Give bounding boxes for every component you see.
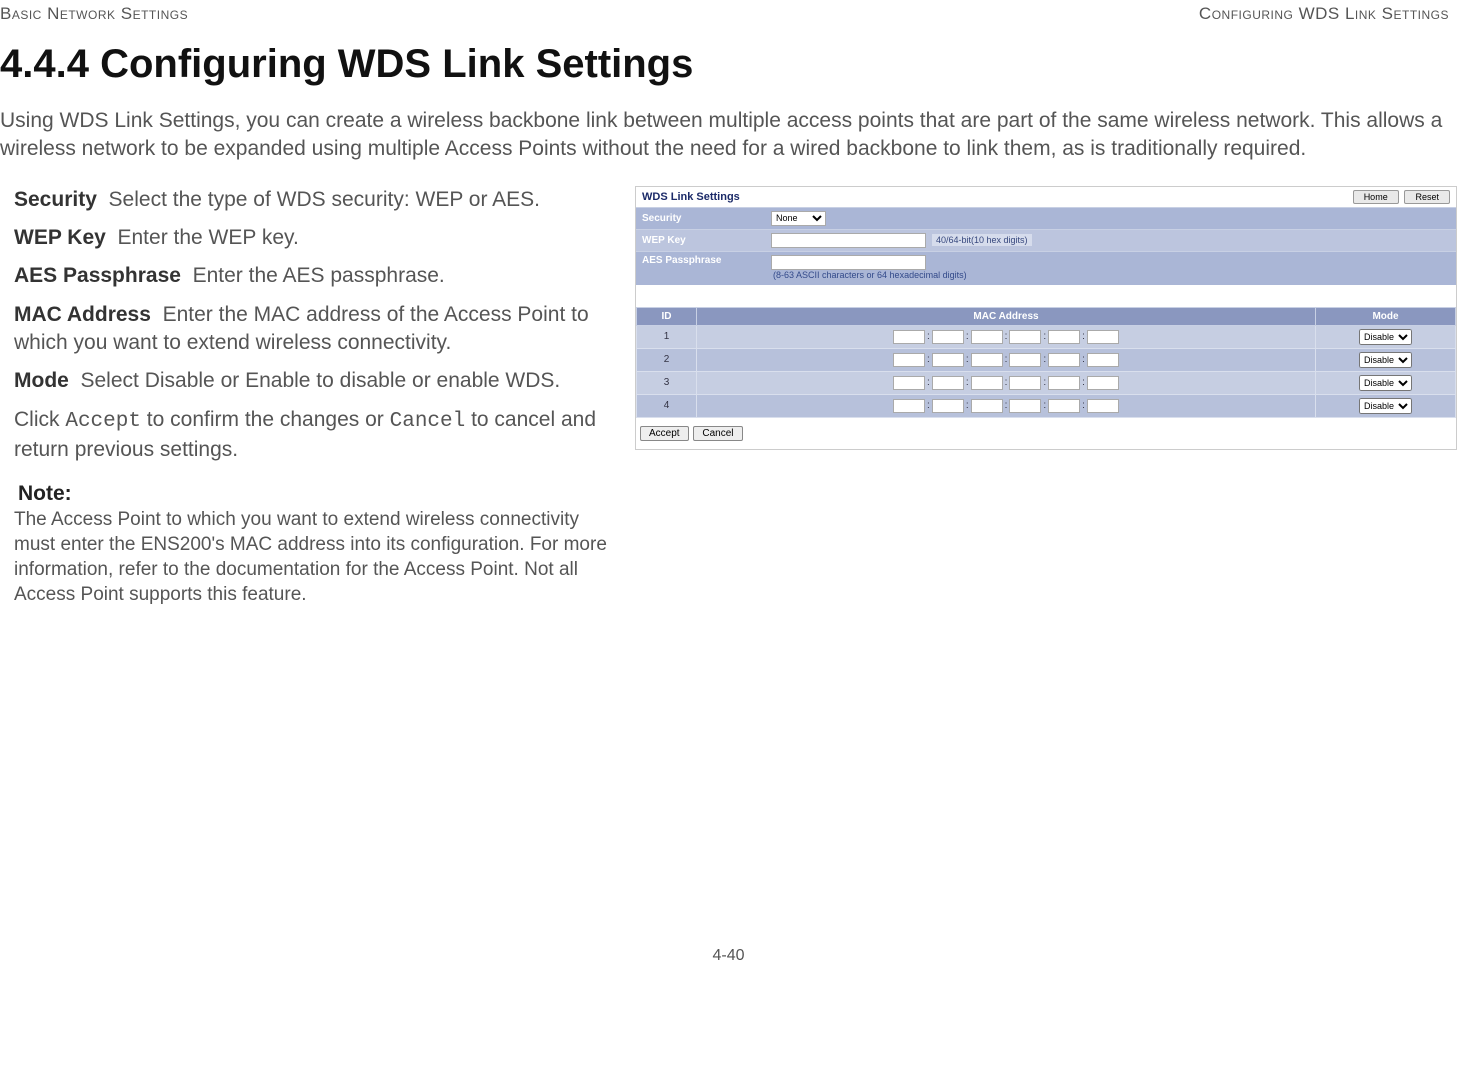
- field-mac: MAC Address Enter the MAC address of the…: [14, 301, 615, 358]
- mac-octet[interactable]: [971, 399, 1003, 413]
- mode-select[interactable]: Disable: [1359, 398, 1412, 414]
- mac-octet[interactable]: [893, 353, 925, 367]
- mac-octet[interactable]: [971, 376, 1003, 390]
- accept-button[interactable]: Accept: [640, 426, 689, 441]
- mac-octet[interactable]: [932, 376, 964, 390]
- mac-octet[interactable]: [1048, 353, 1080, 367]
- mac-octet[interactable]: [1009, 353, 1041, 367]
- field-security: Security Select the type of WDS security…: [14, 186, 615, 214]
- col-id: ID: [637, 307, 697, 325]
- mac-input-group: :::::: [701, 399, 1311, 413]
- header-right: Configuring WDS Link Settings: [1199, 4, 1449, 24]
- mac-octet[interactable]: [893, 376, 925, 390]
- security-select[interactable]: None: [771, 211, 826, 226]
- mac-octet[interactable]: [1009, 376, 1041, 390]
- mac-octet[interactable]: [1009, 399, 1041, 413]
- mode-select[interactable]: Disable: [1359, 329, 1412, 345]
- note-body: The Access Point to which you want to ex…: [14, 508, 615, 607]
- reset-button[interactable]: Reset: [1404, 190, 1450, 204]
- mac-octet[interactable]: [932, 353, 964, 367]
- mac-octet[interactable]: [1048, 399, 1080, 413]
- mac-input-group: :::::: [701, 353, 1311, 367]
- mac-input-group: :::::: [701, 376, 1311, 390]
- aes-row-label: AES Passphrase: [636, 255, 771, 266]
- col-mac: MAC Address: [697, 307, 1316, 325]
- field-aes: AES Passphrase Enter the AES passphrase.: [14, 262, 615, 290]
- mac-address-table: ID MAC Address Mode 1 ::::: Disable 2 ::…: [636, 307, 1456, 418]
- mac-octet[interactable]: [932, 399, 964, 413]
- wep-hint: 40/64-bit(10 hex digits): [932, 234, 1032, 246]
- mac-octet[interactable]: [1087, 399, 1119, 413]
- field-descriptions: Security Select the type of WDS security…: [0, 186, 615, 608]
- aes-hint: (8-63 ASCII characters or 64 hexadecimal…: [773, 270, 967, 280]
- mac-octet[interactable]: [893, 399, 925, 413]
- mode-select[interactable]: Disable: [1359, 375, 1412, 391]
- note-label: Note:: [18, 482, 615, 506]
- security-row-label: Security: [636, 213, 771, 224]
- header-left: Basic Network Settings: [0, 4, 188, 24]
- mac-octet[interactable]: [1087, 330, 1119, 344]
- table-row: 2 ::::: Disable: [637, 348, 1456, 371]
- panel-title: WDS Link Settings: [642, 191, 740, 203]
- mac-octet[interactable]: [893, 330, 925, 344]
- mac-input-group: :::::: [701, 330, 1311, 344]
- page-header: Basic Network Settings Configuring WDS L…: [0, 0, 1457, 34]
- mac-octet[interactable]: [1048, 376, 1080, 390]
- wds-screenshot-panel: WDS Link Settings Home Reset Security No…: [635, 186, 1457, 450]
- mac-octet[interactable]: [1048, 330, 1080, 344]
- mac-octet[interactable]: [1009, 330, 1041, 344]
- mac-octet[interactable]: [1087, 353, 1119, 367]
- action-paragraph: Click Accept to confirm the changes or C…: [14, 406, 615, 465]
- section-heading: 4.4.4 Configuring WDS Link Settings: [0, 42, 1457, 87]
- col-mode: Mode: [1316, 307, 1456, 325]
- aes-passphrase-input[interactable]: [771, 255, 926, 270]
- mac-octet[interactable]: [932, 330, 964, 344]
- mac-octet[interactable]: [971, 330, 1003, 344]
- intro-paragraph: Using WDS Link Settings, you can create …: [0, 107, 1457, 164]
- mac-octet[interactable]: [1087, 376, 1119, 390]
- table-row: 3 ::::: Disable: [637, 371, 1456, 394]
- wep-row-label: WEP Key: [636, 235, 771, 246]
- cancel-button[interactable]: Cancel: [693, 426, 742, 441]
- page-number: 4-40: [0, 947, 1457, 975]
- home-button[interactable]: Home: [1353, 190, 1399, 204]
- field-mode: Mode Select Disable or Enable to disable…: [14, 367, 615, 395]
- wep-key-input[interactable]: [771, 233, 926, 248]
- table-row: 1 ::::: Disable: [637, 325, 1456, 348]
- mac-octet[interactable]: [971, 353, 1003, 367]
- table-row: 4 ::::: Disable: [637, 394, 1456, 417]
- mode-select[interactable]: Disable: [1359, 352, 1412, 368]
- field-wep: WEP Key Enter the WEP key.: [14, 224, 615, 252]
